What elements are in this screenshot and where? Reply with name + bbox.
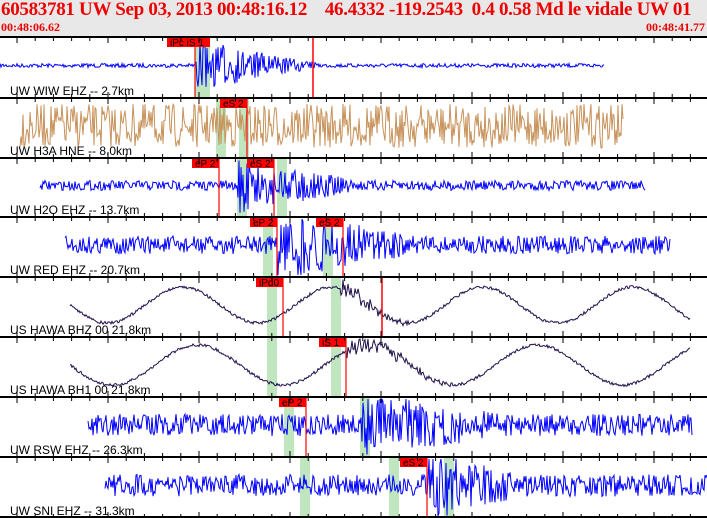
waveform-trace [69, 279, 691, 327]
pick-label: eP 2 [282, 398, 303, 409]
channel-label: UW H3A HNE -- 8.0km [10, 144, 132, 158]
channel-panel[interactable]: iPd0 US HAWA BHZ 00 21.8km [0, 276, 707, 337]
channel-label: UW RSW EHZ -- 26.3km [10, 443, 143, 457]
waveform-trace [87, 398, 693, 455]
channel-label: US HAWA BHZ 00 21.8km [10, 323, 151, 337]
channel-label: US HAWA BH1 00 21.8km [10, 383, 151, 397]
channel-panel[interactable]: iS 1 US HAWA BH1 00 21.8km [0, 336, 707, 397]
waveform-trace [69, 338, 691, 388]
pick-label: eS 2 [223, 99, 244, 110]
pick-label: iS 1 [322, 338, 340, 349]
waveform-trace [19, 102, 624, 149]
pick-label: iPd0 [259, 278, 279, 289]
waveform-trace [64, 218, 671, 276]
channel-panel[interactable]: eS 2 UW H3A HNE -- 8.0km [0, 97, 707, 158]
pick-label: eP 2 [253, 218, 274, 229]
channel-label: UW SNI EHZ -- 31.3km [10, 504, 135, 518]
waveform-trace [0, 41, 605, 87]
channel-panel[interactable]: iPc iS 1UW WIW EHZ -- 2.7km [0, 36, 707, 98]
channel-label: UW H2O EHZ -- 13.7km [10, 203, 139, 217]
pick-label: eP 2 [195, 159, 216, 170]
pick-label: eS 2 [403, 458, 424, 469]
channel-panel[interactable]: eP 2 UW RSW EHZ -- 26.3km [0, 396, 707, 457]
channel-panel[interactable]: eP 2 eS 2 UW RED EHZ -- 20.7km [0, 216, 707, 277]
pick-label: eS 2 [319, 218, 340, 229]
channel-label: UW RED EHZ -- 20.7km [10, 263, 140, 277]
pick-window[interactable] [267, 337, 277, 397]
channel-panel[interactable]: eS 2 UW SNI EHZ -- 31.3km [0, 456, 707, 518]
seismogram-panels[interactable]: iPc iS 1UW WIW EHZ -- 2.7kmeS 2UW H3A HN… [0, 0, 707, 518]
channel-panel[interactable]: eP 2 eS 2UW H2O EHZ -- 13.7km [0, 157, 707, 217]
